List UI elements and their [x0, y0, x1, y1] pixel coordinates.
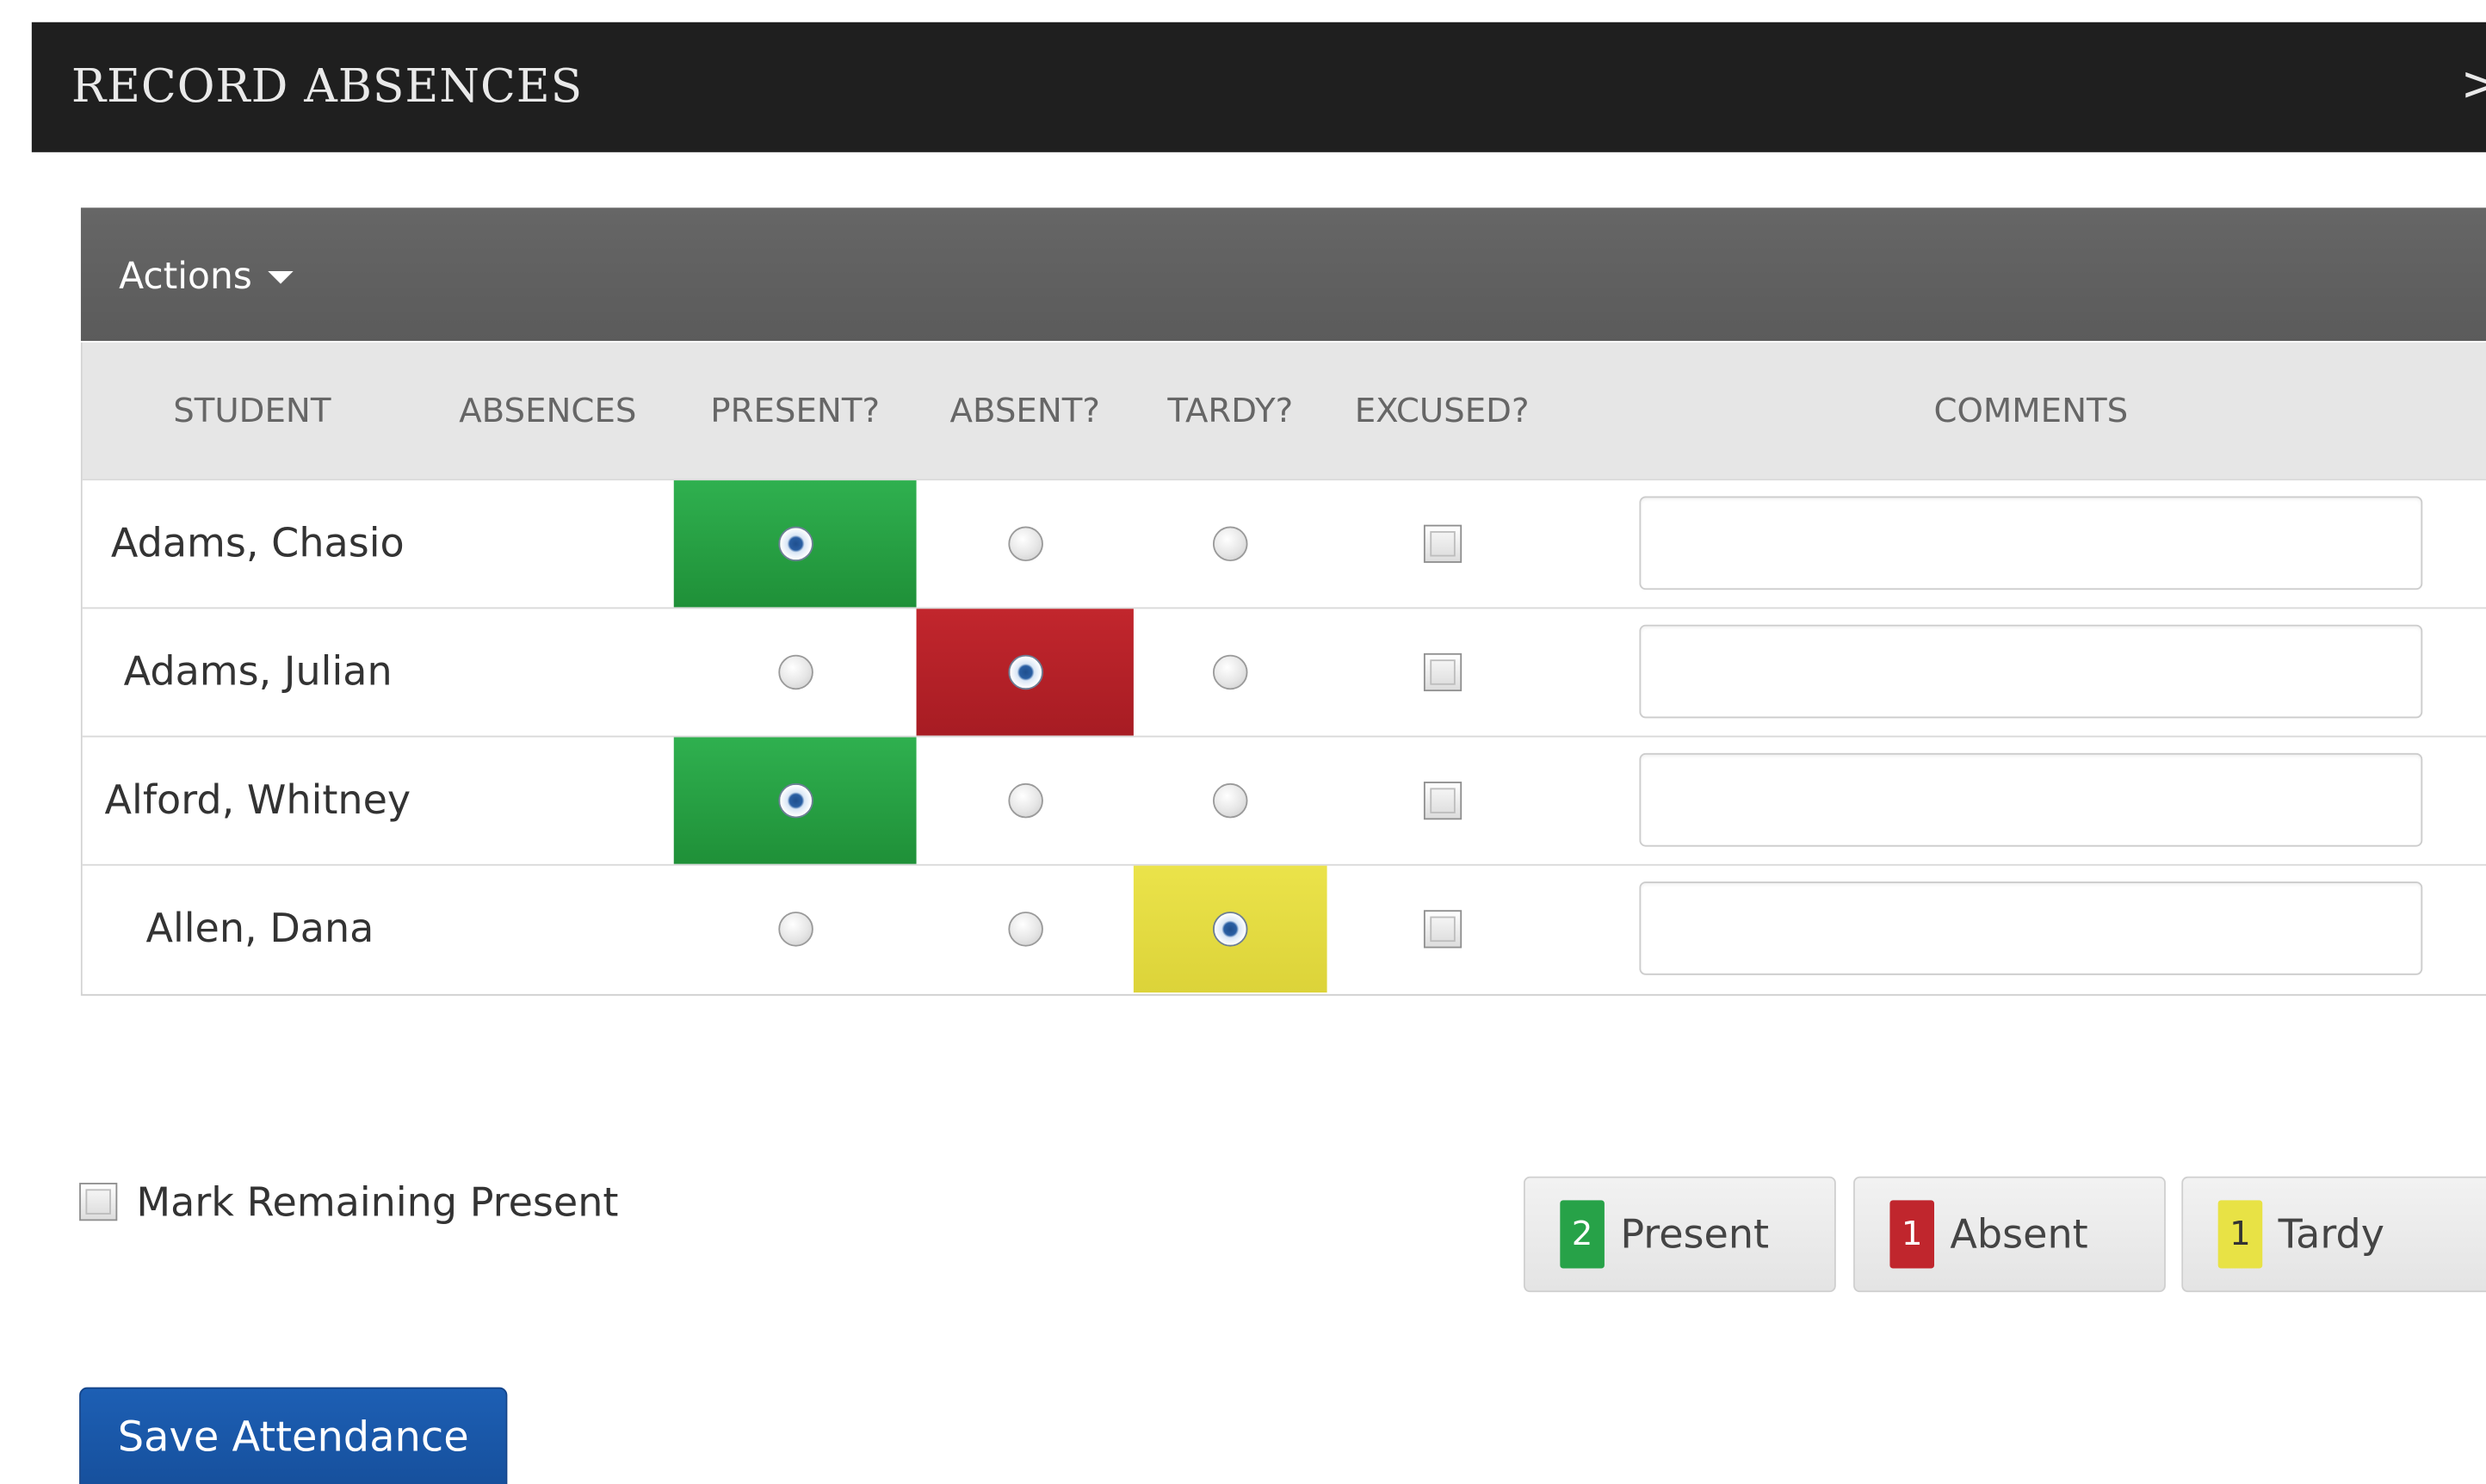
present-cell — [674, 866, 917, 992]
absent-count-badge: 1 — [1889, 1200, 1934, 1269]
column-header-absences[interactable]: ABSENCES — [422, 343, 674, 479]
tardy-radio[interactable] — [1212, 782, 1248, 819]
caret-down-icon — [268, 270, 294, 284]
excused-cell — [1327, 480, 1557, 607]
table-row: Adams, Julian — [82, 607, 2486, 736]
present-count-badge: 2 — [1560, 1200, 1605, 1269]
comment-input[interactable] — [1639, 496, 2423, 591]
absent-summary-label: Absent — [1950, 1211, 2088, 1258]
student-name: Allen, Dana — [145, 905, 374, 952]
absent-cell — [916, 609, 1134, 736]
mark-remaining-present-label: Mark Remaining Present — [136, 1178, 619, 1225]
actions-dropdown-button[interactable]: Actions — [119, 249, 294, 306]
present-radio[interactable] — [777, 912, 813, 947]
tardy-summary: 1 Tardy — [2181, 1176, 2486, 1293]
dialog-title-bar: RECORD ABSENCES > — [31, 22, 2486, 152]
tardy-cell — [1134, 480, 1327, 607]
excused-checkbox[interactable] — [1423, 910, 1462, 949]
absent-summary: 1 Absent — [1853, 1176, 2166, 1293]
tardy-radio[interactable] — [1212, 912, 1248, 947]
present-cell — [673, 737, 917, 864]
present-cell — [673, 480, 917, 608]
tardy-cell — [1134, 737, 1327, 863]
absent-cell — [917, 737, 1134, 863]
actions-toolbar: Actions — [80, 207, 2486, 342]
column-header-excused[interactable]: EXCUSED? — [1327, 343, 1557, 479]
absent-radio[interactable] — [1007, 782, 1042, 819]
excused-checkbox[interactable] — [1423, 782, 1462, 820]
column-header-student[interactable]: STUDENT — [83, 343, 422, 479]
comment-input[interactable] — [1639, 752, 2423, 847]
comment-input[interactable] — [1639, 624, 2423, 719]
attendance-table: STUDENT ABSENCES PRESENT? ABSENT? TARDY?… — [80, 342, 2486, 996]
tardy-cell — [1134, 609, 1327, 735]
tardy-cell — [1133, 865, 1327, 993]
mark-remaining-present-toggle[interactable]: Mark Remaining Present — [79, 1173, 618, 1230]
mark-remaining-present-checkbox[interactable] — [79, 1183, 118, 1221]
excused-checkbox[interactable] — [1423, 652, 1462, 692]
absent-radio[interactable] — [1007, 654, 1042, 690]
present-radio[interactable] — [777, 526, 813, 562]
present-summary-label: Present — [1620, 1211, 1770, 1258]
student-name: Alford, Whitney — [104, 776, 411, 823]
excused-cell — [1327, 737, 1557, 863]
column-header-absent[interactable]: ABSENT? — [917, 343, 1134, 479]
save-attendance-button[interactable]: Save Attendance — [79, 1387, 508, 1484]
tardy-summary-label: Tardy — [2278, 1211, 2385, 1258]
student-name: Adams, Julian — [123, 648, 393, 695]
tardy-radio[interactable] — [1212, 526, 1248, 562]
column-header-comments[interactable]: COMMENTS — [1639, 343, 2422, 479]
dialog-title: RECORD ABSENCES — [71, 59, 584, 113]
column-header-present[interactable]: PRESENT? — [674, 343, 917, 479]
column-header-tardy[interactable]: TARDY? — [1134, 343, 1327, 479]
student-name: Adams, Chasio — [110, 520, 405, 566]
record-absences-dialog: RECORD ABSENCES > Actions STUDENT ABSENC… — [0, 0, 2486, 1484]
close-icon[interactable]: > — [2460, 57, 2485, 114]
present-radio[interactable] — [777, 782, 813, 819]
absent-cell — [917, 480, 1134, 607]
table-header-row: STUDENT ABSENCES PRESENT? ABSENT? TARDY?… — [82, 342, 2486, 479]
tardy-count-badge: 1 — [2217, 1200, 2263, 1269]
excused-checkbox[interactable] — [1423, 524, 1462, 563]
present-cell — [674, 609, 917, 735]
absent-radio[interactable] — [1007, 912, 1042, 947]
absent-radio[interactable] — [1007, 526, 1042, 562]
table-row: Allen, Dana — [82, 863, 2486, 993]
actions-label: Actions — [119, 257, 252, 299]
absent-cell — [917, 866, 1134, 992]
present-summary: 2 Present — [1523, 1176, 1836, 1293]
present-radio[interactable] — [777, 654, 813, 690]
comment-input[interactable] — [1639, 881, 2423, 975]
table-row: Alford, Whitney — [82, 735, 2486, 864]
table-row: Adams, Chasio — [82, 479, 2486, 608]
excused-cell — [1327, 609, 1557, 735]
excused-cell — [1327, 866, 1557, 992]
tardy-radio[interactable] — [1212, 654, 1248, 690]
